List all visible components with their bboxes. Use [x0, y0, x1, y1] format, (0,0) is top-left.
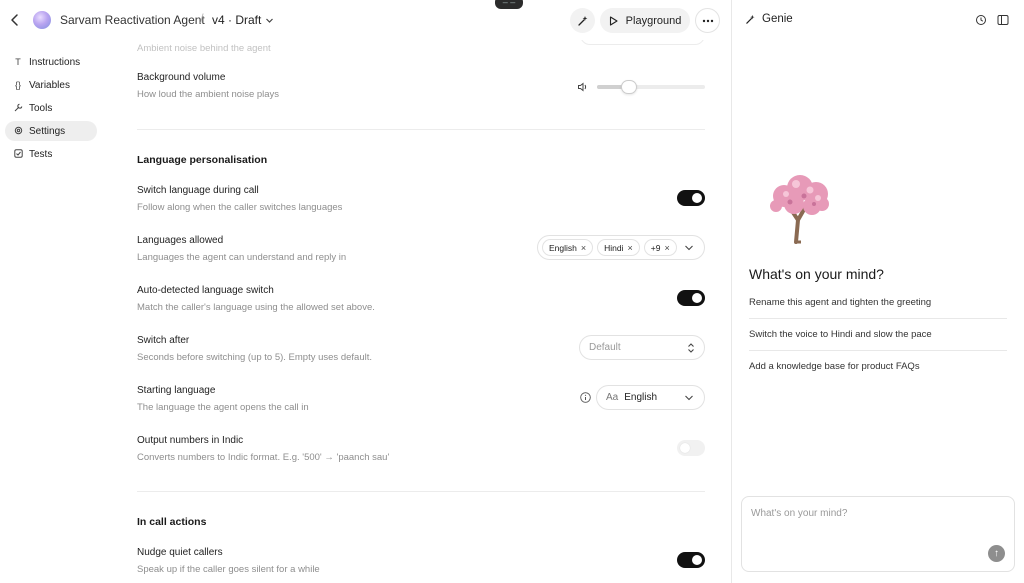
checkbox-icon	[13, 148, 23, 160]
back-arrow-icon[interactable]	[8, 12, 22, 28]
output-numbers-toggle[interactable]	[677, 440, 705, 456]
setting-desc: Speak up if the caller goes silent for a…	[137, 564, 320, 575]
section-divider	[137, 491, 705, 492]
genie-panel: Genie What's on your mind? Rename this a…	[731, 0, 1024, 583]
more-horizontal-icon	[702, 19, 713, 22]
chevron-up-down-icon	[688, 343, 694, 353]
setting-desc: Match the caller's language using the al…	[137, 302, 375, 313]
nudge-toggle[interactable]	[677, 552, 705, 568]
wrench-icon	[13, 103, 23, 114]
sparkle-wand-icon	[746, 14, 755, 24]
starting-language-select[interactable]: Aa English	[596, 385, 705, 410]
playground-label: Playground	[625, 14, 682, 27]
sidebar-item-variables[interactable]: {} Variables	[5, 75, 97, 95]
version-selector[interactable]: v4 · Draft	[212, 13, 274, 27]
sidebar-item-label: Tests	[29, 148, 53, 160]
language-chip: English ×	[542, 239, 594, 256]
sidebar-item-label: Instructions	[29, 56, 81, 68]
chevron-down-icon	[266, 18, 274, 23]
slider-thumb[interactable]	[621, 80, 638, 94]
panel-toggle-icon[interactable]	[997, 14, 1009, 26]
close-icon[interactable]: ×	[581, 243, 586, 253]
playground-button[interactable]: Playground	[600, 8, 690, 33]
close-icon[interactable]: ×	[628, 243, 633, 253]
sidebar-item-label: Settings	[29, 125, 66, 137]
languages-multiselect[interactable]: English × Hindi × +9 ×	[537, 235, 705, 260]
app-window: Sarvam Reactivation Agent / v4 · Draft –…	[0, 0, 1024, 583]
chevron-down-icon	[685, 395, 693, 401]
nudge-row: Nudge quiet callers Speak up if the call…	[137, 547, 705, 575]
sidebar-item-tests[interactable]: Tests	[5, 144, 97, 164]
background-volume-row: Background volume How loud the ambient n…	[137, 72, 705, 100]
drag-handle[interactable]: – –	[495, 0, 523, 9]
volume-icon	[578, 82, 587, 92]
setting-title: Output numbers in Indic	[137, 435, 244, 446]
chip-label: Hindi	[604, 242, 624, 253]
play-icon	[609, 15, 618, 26]
genie-heading: What's on your mind?	[749, 266, 884, 282]
braces-icon: {}	[14, 80, 21, 90]
chip-label: +9	[650, 242, 661, 253]
sidebar-item-settings[interactable]: Settings	[5, 121, 97, 141]
setting-title: Nudge quiet callers	[137, 547, 223, 558]
language-section-title: Language personalisation	[137, 154, 268, 166]
auto-switch-row: Auto-detected language switch Match the …	[137, 285, 705, 313]
input-placeholder: Default	[589, 342, 621, 353]
section-divider	[137, 129, 705, 130]
top-bar: Sarvam Reactivation Agent / v4 · Draft –…	[0, 0, 732, 40]
call-actions-section-title: In call actions	[137, 516, 207, 528]
genie-title: Genie	[762, 13, 793, 25]
settings-content: Ambient noise behind the agent Backgroun…	[137, 40, 705, 583]
sparkle-wand-icon	[577, 15, 587, 26]
sidebar-item-instructions[interactable]: T Instructions	[5, 52, 97, 72]
sidebar-item-tools[interactable]: Tools	[5, 98, 97, 118]
send-button[interactable]: ↑	[988, 545, 1005, 562]
background-volume-slider[interactable]	[577, 80, 705, 94]
cherry-blossom-tree-illustration	[770, 175, 829, 244]
select-value: English	[624, 392, 658, 403]
switch-after-input[interactable]: Default	[579, 335, 705, 360]
more-options-button[interactable]	[695, 8, 720, 33]
input-placeholder: What's on your mind?	[751, 508, 848, 519]
breadcrumb-separator: /	[200, 11, 204, 26]
language-chip: Hindi ×	[597, 239, 640, 256]
agent-name: Sarvam Reactivation Agent	[60, 13, 205, 27]
text-icon: T	[15, 57, 21, 67]
close-icon[interactable]: ×	[665, 243, 670, 253]
suggestion-item[interactable]: Add a knowledge base for product FAQs	[749, 351, 1007, 383]
sidebar-item-label: Tools	[29, 102, 53, 114]
sidebar-item-label: Variables	[29, 79, 70, 91]
agent-logo	[33, 11, 51, 29]
sidebar-nav: T Instructions {} Variables Tools Settin…	[5, 52, 97, 167]
setting-desc: Converts numbers to Indic format. E.g. '…	[137, 452, 390, 463]
setting-title: Switch language during call	[137, 185, 259, 196]
suggestion-item[interactable]: Switch the voice to Hindi and slow the p…	[749, 319, 1007, 351]
gear-icon	[13, 126, 23, 137]
genie-input[interactable]: What's on your mind? ↑	[741, 496, 1015, 572]
history-icon[interactable]	[975, 14, 987, 26]
output-numbers-row: Output numbers in Indic Converts numbers…	[137, 435, 705, 463]
ambient-noise-row: Ambient noise behind the agent	[137, 40, 705, 54]
chip-label: English	[549, 242, 577, 253]
font-aa-icon: Aa	[606, 392, 619, 403]
switch-language-row: Switch language during call Follow along…	[137, 185, 705, 213]
genie-header: Genie	[745, 13, 793, 25]
starting-language-row: Starting language The language the agent…	[137, 385, 705, 413]
chevron-down-icon	[685, 245, 693, 251]
setting-title: Auto-detected language switch	[137, 285, 274, 296]
version-label: v4 · Draft	[212, 13, 262, 27]
info-icon[interactable]	[580, 392, 591, 403]
language-chip-more: +9 ×	[643, 239, 677, 256]
switch-language-toggle[interactable]	[677, 190, 705, 206]
setting-desc: Follow along when the caller switches la…	[137, 202, 343, 213]
arrow-up-icon: ↑	[994, 548, 999, 559]
languages-allowed-row: Languages allowed Languages the agent ca…	[137, 235, 705, 263]
ambient-noise-select[interactable]	[580, 40, 705, 45]
magic-sparkle-button[interactable]	[570, 8, 595, 33]
switch-after-row: Switch after Seconds before switching (u…	[137, 335, 705, 363]
suggestion-item[interactable]: Rename this agent and tighten the greeti…	[749, 287, 1007, 319]
auto-switch-toggle[interactable]	[677, 290, 705, 306]
